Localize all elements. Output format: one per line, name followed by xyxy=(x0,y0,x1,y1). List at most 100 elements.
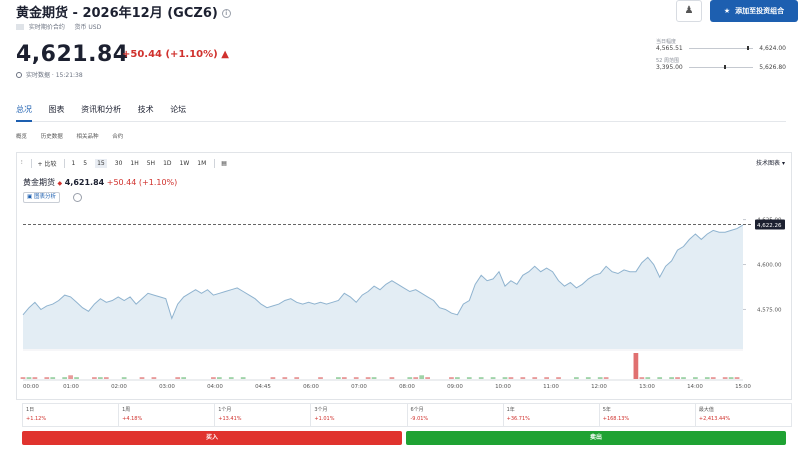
volume-bar xyxy=(336,377,341,379)
title-text: 黄金期货 - 2026年12月 (GCZ6) xyxy=(16,6,218,21)
price-chart[interactable]: 英为财情Investing.com4,575.004,600.004,625.0… xyxy=(17,153,791,399)
perf-cell[interactable]: 3个月 +1.01% xyxy=(311,404,408,426)
volume-bar xyxy=(556,377,561,379)
chart-analysis-button[interactable]: ▣ 图表分析 xyxy=(23,192,60,203)
week52-range-bar xyxy=(688,65,754,69)
perf-cell[interactable]: 最大值 +2,413.44% xyxy=(696,404,791,426)
perf-label: 3个月 xyxy=(314,407,328,413)
tab-chart[interactable]: 图表 xyxy=(49,104,65,120)
volume-bar xyxy=(318,377,323,379)
volume-bar xyxy=(103,377,109,379)
volume-bar xyxy=(74,377,79,379)
perf-label: 最大值 xyxy=(698,407,714,413)
volume-bar xyxy=(32,377,38,379)
perf-cell[interactable]: 1个月 +13.41% xyxy=(215,404,312,426)
volume-bar xyxy=(181,377,187,379)
week52-range-row: 3,395.00 5,626.80 xyxy=(656,64,786,71)
perf-label: 1年 xyxy=(506,407,515,413)
add-to-portfolio-button[interactable]: ★ 添加至投资组合 xyxy=(710,0,798,22)
week52-low: 3,395.00 xyxy=(656,64,683,71)
volume-bar xyxy=(722,377,728,379)
volume-bar xyxy=(26,377,32,379)
day-range-marker xyxy=(746,46,749,50)
volume-bar xyxy=(544,377,549,379)
tab-news-analysis[interactable]: 资讯和分析 xyxy=(81,104,121,120)
volume-bar xyxy=(704,377,710,379)
volume-bar xyxy=(490,377,496,379)
page-title: 黄金期货 - 2026年12月 (GCZ6) i xyxy=(16,2,231,21)
x-tick-label: 14:00 xyxy=(687,384,703,390)
perf-value: +168.13% xyxy=(602,416,630,422)
perf-cell[interactable]: 1日 +1.12% xyxy=(23,404,120,426)
volume-bar xyxy=(466,377,472,379)
perf-cell[interactable]: 6个月 -9.01% xyxy=(408,404,504,426)
x-tick-label: 08:00 xyxy=(399,384,415,390)
alert-bell-button[interactable]: ♟ xyxy=(676,0,702,22)
volume-bar xyxy=(62,377,68,379)
day-range-label: 当日幅度 xyxy=(656,39,677,45)
x-tick-label: 11:00 xyxy=(543,384,559,390)
volume-bar xyxy=(574,377,579,379)
day-range-row: 4,565.51 4,624.00 xyxy=(656,45,786,52)
perf-cell[interactable]: 1周 +4.18% xyxy=(119,404,216,426)
week52-range-label: 52 周范围 xyxy=(656,58,679,64)
week52-range-marker xyxy=(724,65,727,69)
last-price: 4,621.84 xyxy=(16,42,129,67)
perf-value: -9.01% xyxy=(410,416,429,422)
volume-bar xyxy=(639,377,645,379)
volume-bar xyxy=(92,377,97,379)
perf-cell[interactable]: 5年 +168.13% xyxy=(600,404,696,426)
volume-bar xyxy=(211,377,216,379)
flag-icon xyxy=(16,24,24,30)
volume-bar xyxy=(585,377,591,379)
perf-cell[interactable]: 1年 +36.71% xyxy=(504,404,600,426)
subtab-history[interactable]: 历史数据 xyxy=(41,134,63,140)
realtime-time: 实时数据 · 15:21:38 xyxy=(26,72,83,79)
x-tick-label: 00:00 xyxy=(23,384,39,390)
legend-value: 4,621.84 xyxy=(64,178,105,187)
day-low: 4,565.51 xyxy=(656,45,683,52)
clock-icon xyxy=(16,72,22,78)
volume-bar xyxy=(97,377,103,379)
x-tick-label: 13:00 xyxy=(639,384,655,390)
volume-bar xyxy=(633,353,639,379)
volume-bar xyxy=(657,377,663,379)
tab-technical[interactable]: 技术 xyxy=(138,104,154,120)
x-tick-label: 02:00 xyxy=(111,384,127,390)
sell-button[interactable]: 卖出 xyxy=(406,431,786,445)
x-tick-label: 06:00 xyxy=(303,384,319,390)
volume-bar xyxy=(365,377,371,379)
volume-bar xyxy=(341,377,347,379)
volume-bar xyxy=(44,377,50,379)
info-icon[interactable] xyxy=(73,193,82,202)
y-tick-label: 4,600.00 xyxy=(757,263,782,269)
x-tick-label: 03:00 xyxy=(159,384,175,390)
volume-bar xyxy=(508,377,514,379)
tab-forum[interactable]: 论坛 xyxy=(170,104,186,120)
subtab-related[interactable]: 相关品种 xyxy=(77,134,99,140)
volume-bar xyxy=(645,377,651,379)
perf-value: +1.12% xyxy=(26,416,47,422)
tab-overview[interactable]: 总况 xyxy=(16,104,32,122)
volume-bar xyxy=(532,377,538,379)
buy-button[interactable]: 买入 xyxy=(22,431,402,445)
subtab-contracts[interactable]: 合约 xyxy=(112,134,123,140)
info-icon[interactable]: i xyxy=(221,9,231,18)
perf-value: +13.41% xyxy=(218,416,242,422)
volume-bar xyxy=(710,377,716,379)
volume-bar xyxy=(151,377,157,379)
star-icon: ★ xyxy=(723,7,731,15)
volume-bar xyxy=(228,377,234,379)
x-tick-label: 04:00 xyxy=(207,384,223,390)
chart-legend: 黄金期货 ◆ 4,621.84 +50.44 (+1.10%) xyxy=(23,177,177,188)
performance-strip: 1日 +1.12% 1周 +4.18% 1个月 +13.41% 3个月 +1.01% 6… xyxy=(22,403,792,427)
volume-bar xyxy=(603,377,609,379)
volume-bar xyxy=(675,377,680,379)
x-tick-label: 10:00 xyxy=(495,384,511,390)
price-change: +50.44 (+1.10%) ▲ xyxy=(122,49,229,60)
currency-label: 货币 USD xyxy=(74,24,102,31)
volume-bar xyxy=(728,377,734,379)
volume-bar xyxy=(413,377,419,379)
subtab-overview[interactable]: 概览 xyxy=(16,134,27,140)
volume-bar xyxy=(139,377,145,379)
